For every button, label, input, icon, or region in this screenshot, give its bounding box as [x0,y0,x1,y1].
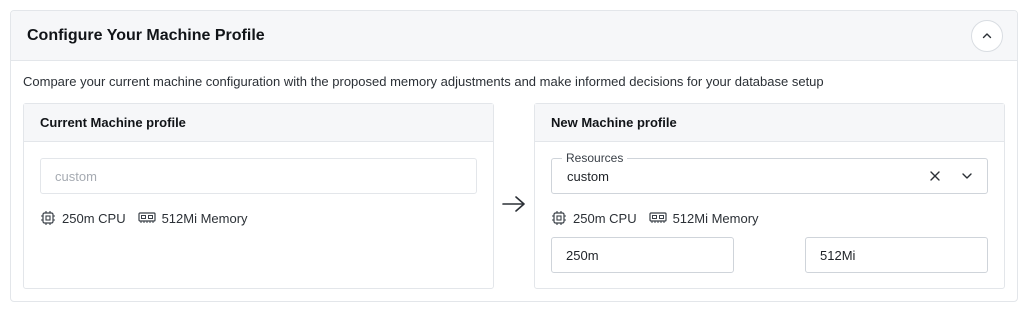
new-cpu-text: 250m CPU [573,210,637,226]
current-cpu-spec: 250m CPU [40,210,126,226]
memory-module-icon [137,212,156,223]
new-cpu-spec: 250m CPU [551,210,637,226]
resources-select[interactable]: Resources custom [551,151,988,194]
new-profile-title: New Machine profile [535,104,1004,142]
collapse-button[interactable] [971,19,1003,52]
machine-profile-panel: Configure Your Machine Profile Compare y… [10,10,1018,302]
current-memory-text: 512Mi Memory [161,210,248,226]
clear-button[interactable] [921,159,949,193]
cpu-chip-icon [552,211,566,225]
panel-title: Configure Your Machine Profile [27,26,265,44]
current-memory-spec: 512Mi Memory [137,210,248,226]
current-profile-card: Current Machine profile custom 250m CPU … [23,103,494,289]
chevron-up-icon [982,32,992,38]
resources-value: custom [567,168,609,184]
cpu-input[interactable]: 250m [551,237,734,273]
current-profile-specs: 250m CPU 512Mi Memory [40,210,248,226]
memory-module-icon [648,212,667,223]
current-profile-field: custom [40,158,477,194]
new-memory-text: 512Mi Memory [672,210,759,226]
close-icon [930,171,940,181]
current-cpu-text: 250m CPU [62,210,126,226]
arrow-right-icon [502,196,525,212]
cpu-chip-icon [41,211,55,225]
new-profile-specs: 250m CPU 512Mi Memory [551,210,759,226]
dropdown-toggle-button[interactable] [953,159,981,193]
panel-description: Compare your current machine configurati… [23,74,824,89]
current-profile-title: Current Machine profile [24,104,493,142]
chevron-down-icon [962,173,972,179]
new-memory-spec: 512Mi Memory [648,210,759,226]
memory-input[interactable]: 512Mi [805,237,988,273]
new-profile-card: New Machine profile Resources custom 250… [534,103,1005,289]
panel-header: Configure Your Machine Profile [11,11,1017,61]
